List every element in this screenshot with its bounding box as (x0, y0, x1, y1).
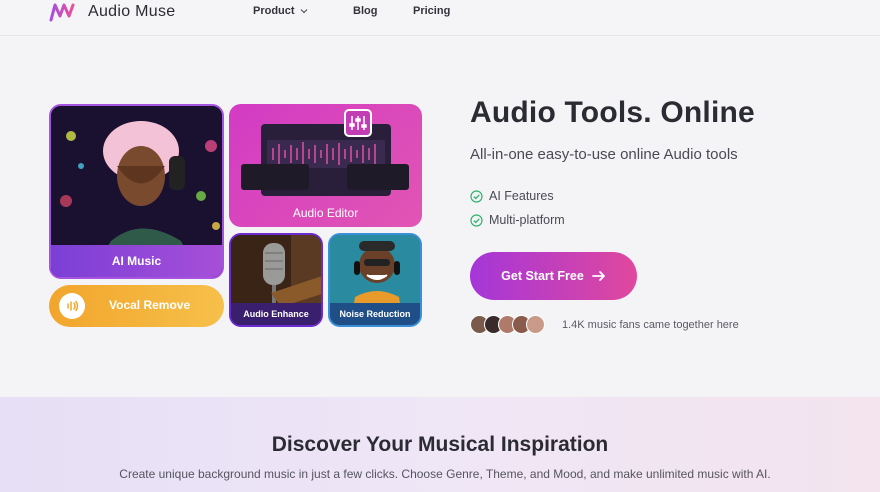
chevron-down-icon (300, 9, 307, 14)
ai-music-card[interactable]: AI Music (49, 104, 224, 279)
nav-blog[interactable]: Blog (353, 5, 377, 17)
noise-reduction-label: Noise Reduction (330, 303, 420, 325)
audio-editor-label: Audio Editor (292, 206, 359, 220)
avatar (526, 315, 545, 334)
get-start-free-button[interactable]: Get Start Free (470, 252, 637, 300)
feature-item: AI Features (470, 189, 554, 203)
arrow-right-icon (591, 271, 605, 281)
cta-label: Get Start Free (501, 269, 584, 283)
sound-wave-icon (59, 293, 85, 319)
nav-pricing[interactable]: Pricing (413, 5, 450, 17)
audio-editor-card[interactable]: Audio Editor (229, 104, 422, 227)
fans-count-text: 1.4K music fans came together here (562, 319, 739, 331)
hero-subtitle: All-in-one easy-to-use online Audio tool… (470, 146, 738, 163)
feature-label: AI Features (489, 189, 554, 203)
feature-item: Multi-platform (470, 213, 565, 227)
brand-name: Audio Muse (88, 3, 176, 20)
check-icon (470, 189, 483, 203)
discover-subtitle: Create unique background music in just a… (119, 467, 771, 481)
feature-label: Multi-platform (489, 213, 565, 227)
discover-title: Discover Your Musical Inspiration (271, 433, 609, 456)
ai-music-label: AI Music (51, 245, 222, 277)
equalizer-icon (349, 116, 367, 130)
hero-title: Audio Tools. Online (470, 96, 755, 129)
audio-enhance-label: Audio Enhance (231, 303, 321, 325)
fan-avatars (470, 315, 545, 334)
nav-product-label: Product (253, 5, 295, 17)
vocal-remove-card[interactable]: Vocal Remove (49, 285, 224, 327)
nav-product[interactable]: Product (253, 5, 308, 17)
noise-reduction-card[interactable]: Noise Reduction (328, 233, 422, 327)
check-icon (470, 213, 483, 227)
audio-enhance-card[interactable]: Audio Enhance (229, 233, 323, 327)
logo-icon (49, 3, 75, 22)
top-nav: Audio Muse Product Blog Pricing (0, 0, 880, 36)
vocal-remove-label: Vocal Remove (109, 298, 191, 312)
brand[interactable]: Audio Muse (48, 1, 176, 23)
